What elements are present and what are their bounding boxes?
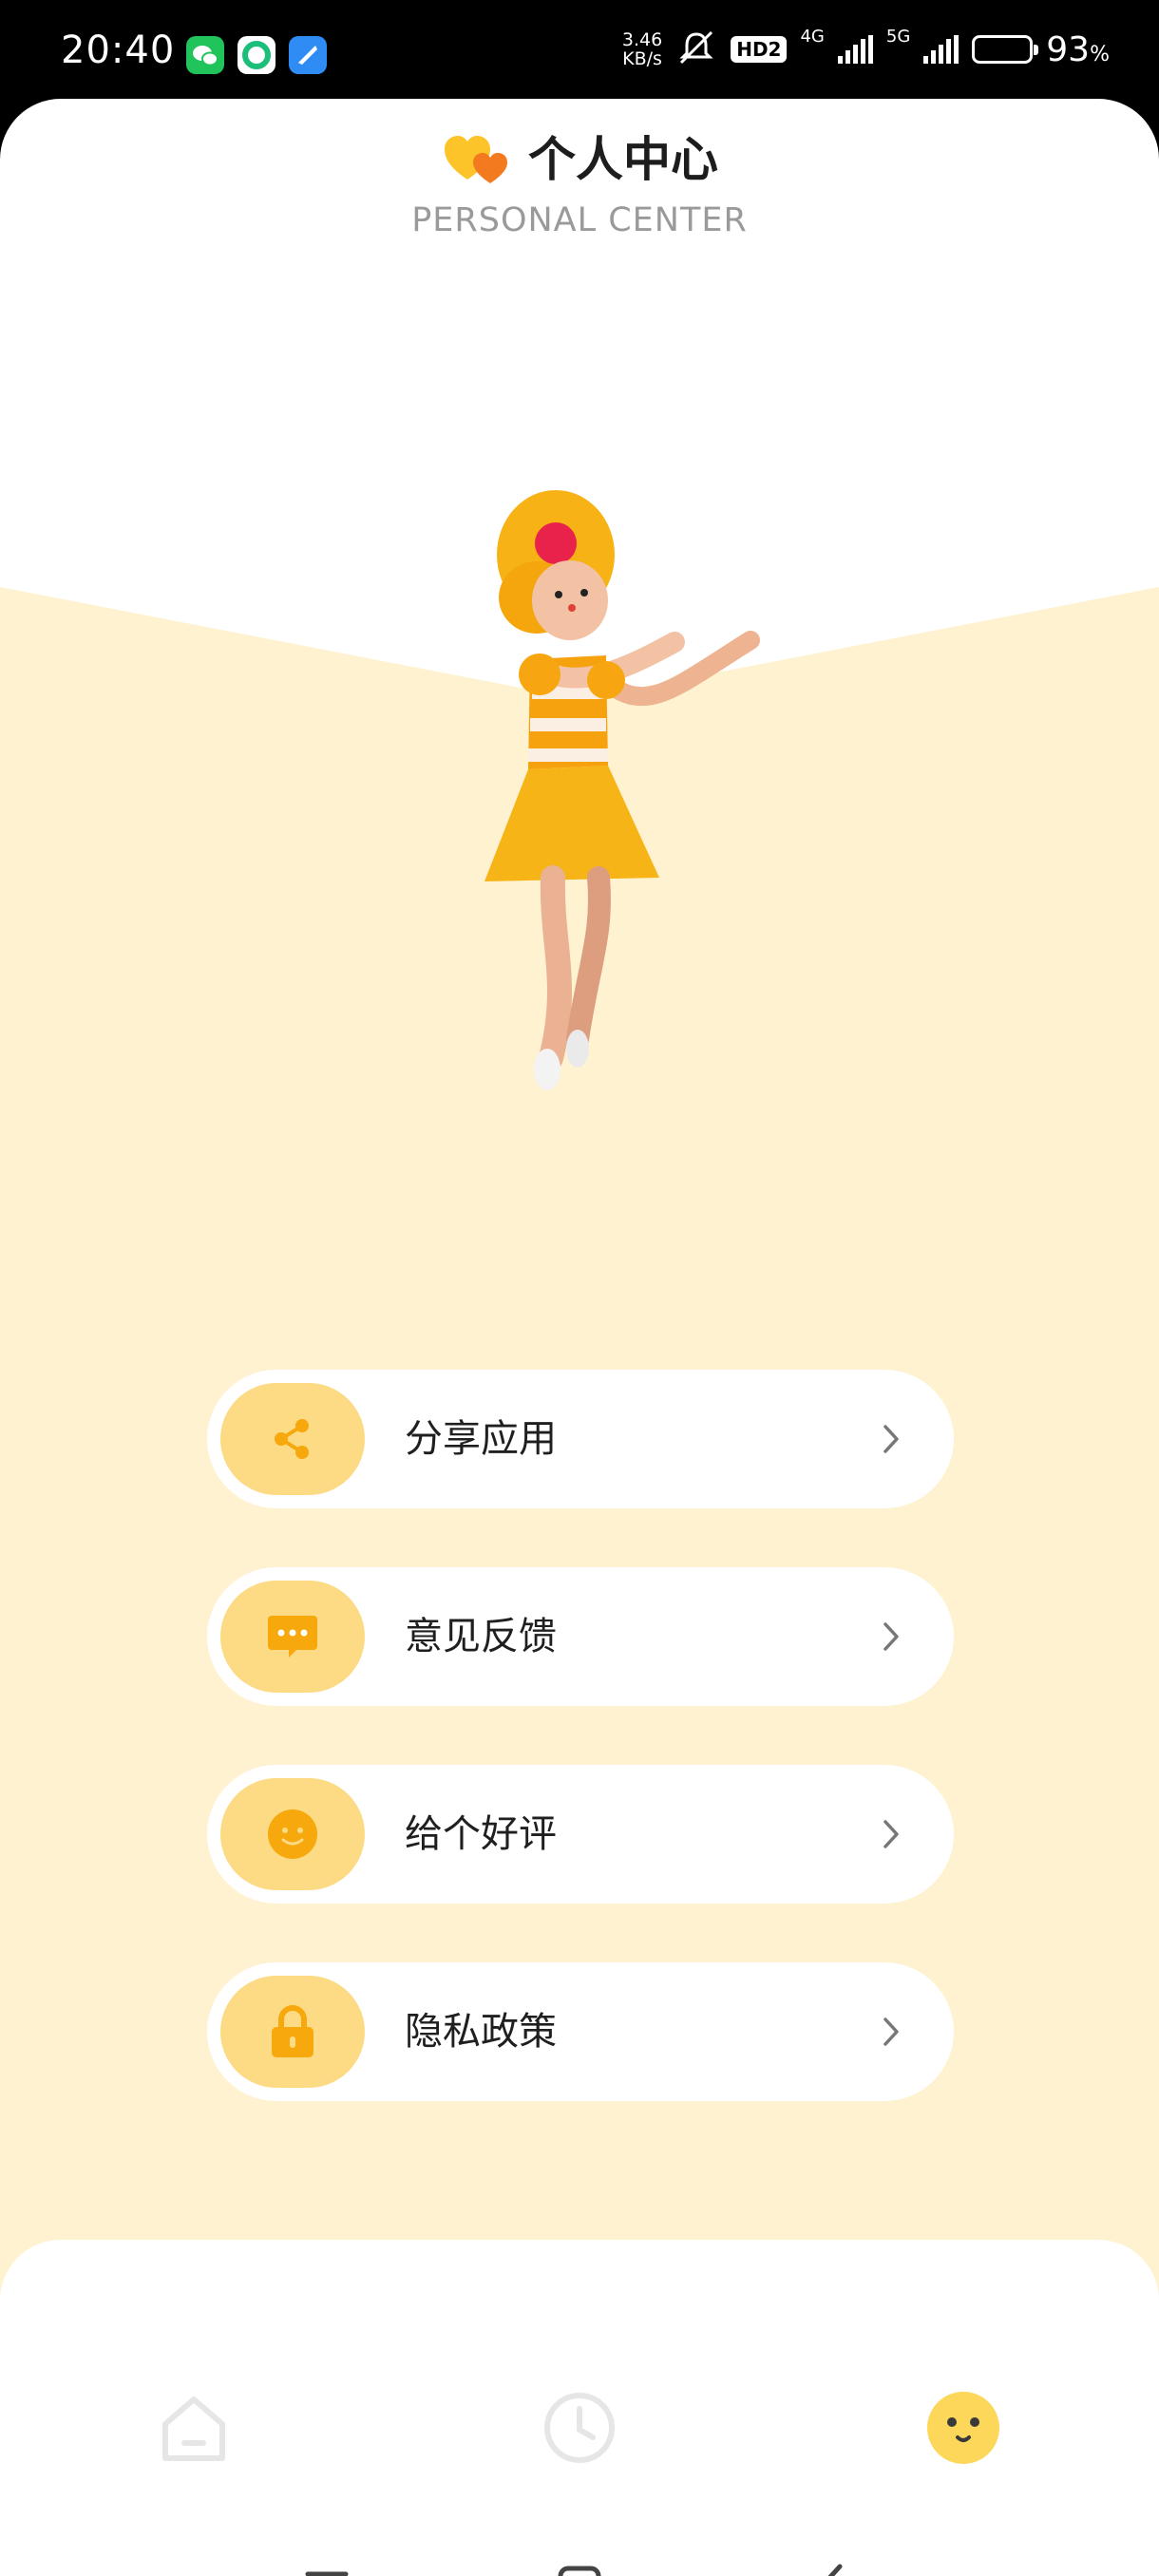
menu-icon-pill <box>220 1383 365 1495</box>
back-icon[interactable] <box>804 2559 861 2576</box>
profile-face-icon[interactable] <box>925 2390 1001 2466</box>
network-speed-unit: KB/s <box>622 48 662 69</box>
menu-icon-pill <box>220 1581 365 1693</box>
status-indicators: 3.46 KB/s HD2 4G 5G 93% <box>622 27 1110 70</box>
chevron-right-icon <box>884 1820 899 1848</box>
menu-item-share[interactable]: 分享应用 <box>207 1370 954 1508</box>
network-5g-label: 5G <box>885 27 911 47</box>
character-illustration <box>484 490 760 1090</box>
status-time: 20:40 <box>61 28 176 72</box>
page-title: 个人中心 <box>0 122 1159 190</box>
battery-icon <box>972 35 1039 64</box>
network-4g-label: 4G <box>800 27 825 47</box>
chevron-right-icon <box>884 2017 899 2046</box>
clock-icon[interactable] <box>542 2390 618 2466</box>
menu-item-privacy[interactable]: 隐私政策 <box>207 1962 954 2101</box>
battery-percent: 93% <box>1046 29 1110 69</box>
browser-app-icon <box>289 36 327 74</box>
feedback-icon <box>268 1616 317 1657</box>
share-icon <box>275 1419 309 1459</box>
signal-bars-icon <box>837 35 873 64</box>
wechat-icon <box>186 36 224 74</box>
menu-item-label: 给个好评 <box>405 1812 557 1856</box>
network-speed-value: 3.46 <box>621 29 663 50</box>
menu-item-label: 分享应用 <box>405 1417 557 1461</box>
menu-item-rate[interactable]: 给个好评 <box>207 1765 954 1904</box>
page-title-text: 个人中心 <box>528 132 718 187</box>
menu-item-label: 意见反馈 <box>405 1615 557 1658</box>
menu-item-feedback[interactable]: 意见反馈 <box>207 1567 954 1706</box>
menu-item-label: 隐私政策 <box>405 2010 557 2054</box>
signal-bars-icon <box>923 35 960 64</box>
menu-icon[interactable] <box>298 2559 355 2576</box>
chevron-right-icon <box>884 1425 899 1453</box>
home-icon[interactable] <box>156 2390 232 2466</box>
page-subtitle: PERSONAL CENTER <box>411 201 748 239</box>
bottom-nav <box>0 2240 1159 2576</box>
chevron-right-icon <box>884 1622 899 1651</box>
hearts-icon <box>441 130 517 187</box>
app-content: 个人中心 PERSONAL CENTER 分享应用 意见反馈 给个好评 隐私政策 <box>0 99 1159 2576</box>
menu-icon-pill <box>220 1778 365 1890</box>
menu-icon-pill <box>220 1976 365 2088</box>
mute-icon <box>675 28 717 70</box>
network-speed: 3.46 KB/s <box>622 30 662 68</box>
chat-app-icon <box>238 36 276 74</box>
smile-icon <box>268 1809 317 1859</box>
hd-badge: HD2 <box>731 36 788 63</box>
home-button-icon[interactable] <box>551 2559 608 2576</box>
lock-icon <box>272 2005 314 2057</box>
status-bar: 20:40 3.46 KB/s HD2 4G 5G 93% <box>0 0 1159 99</box>
screen: 20:40 3.46 KB/s HD2 4G 5G 93% 个人中心 PERSO… <box>0 0 1159 2576</box>
